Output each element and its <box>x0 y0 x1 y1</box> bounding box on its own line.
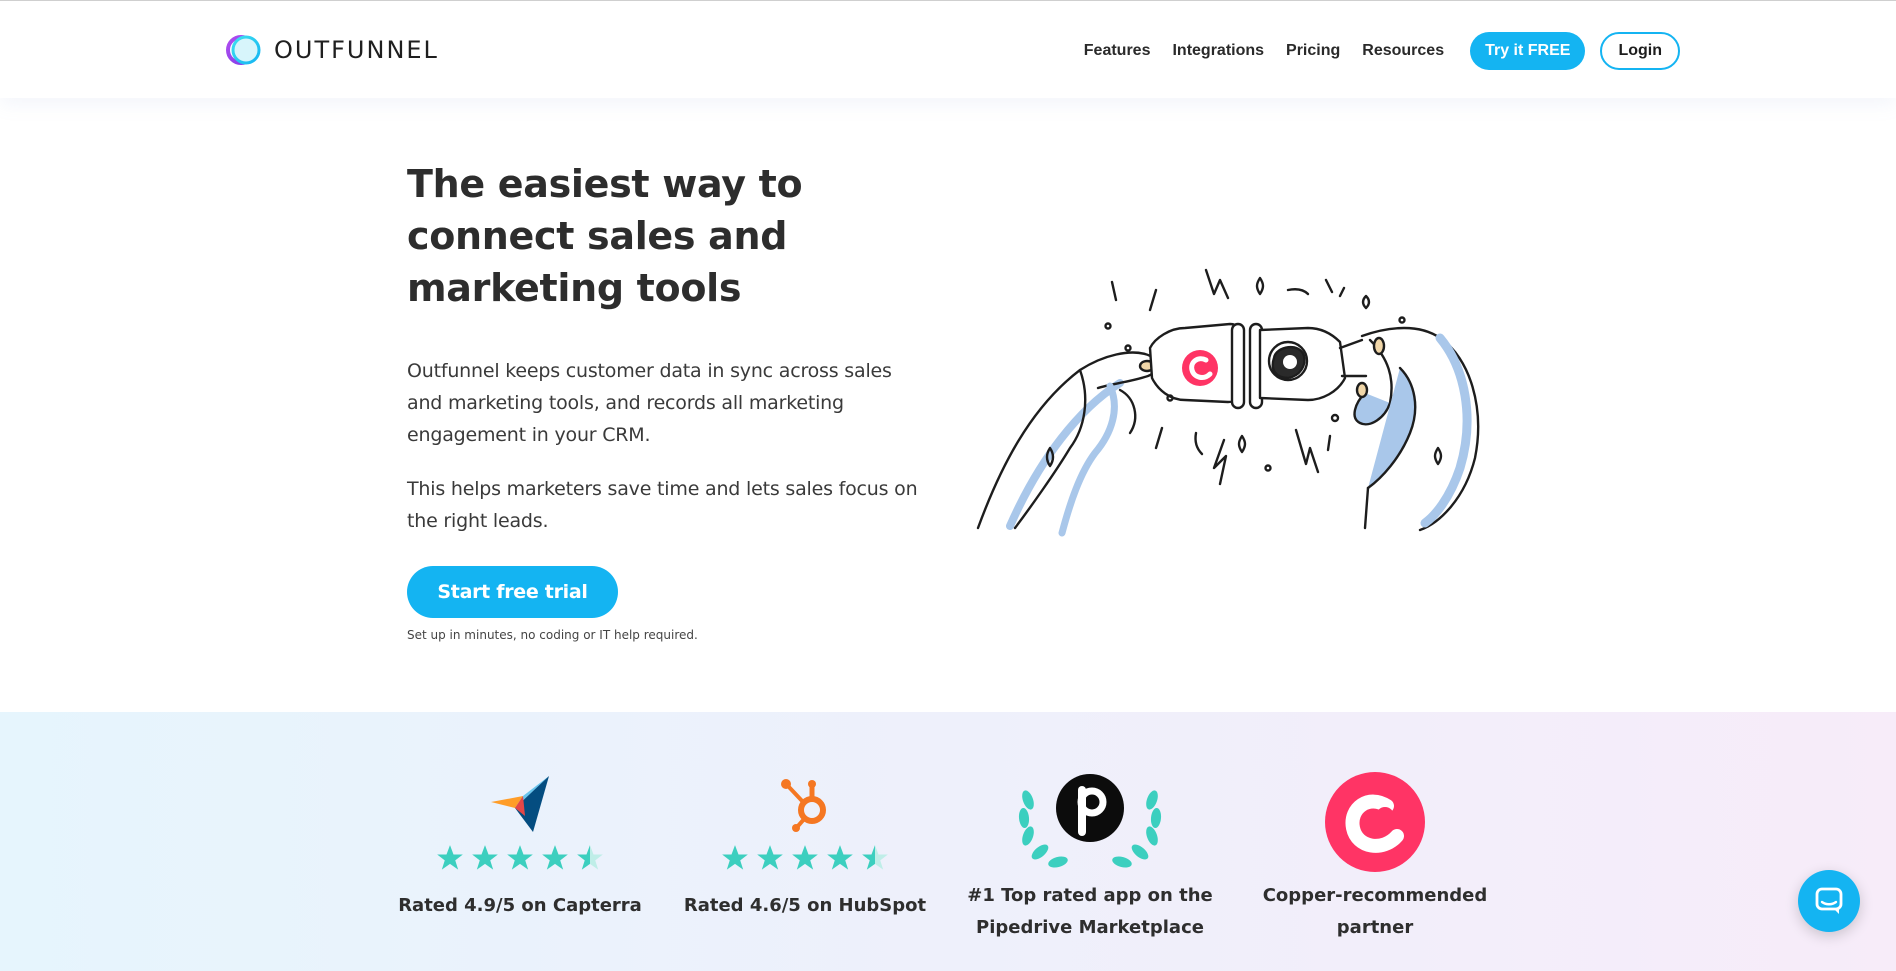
nav-features[interactable]: Features <box>1084 42 1151 60</box>
star-icon <box>437 845 463 870</box>
site-header: OUTFUNNEL Features Integrations Pricing … <box>0 0 1896 98</box>
half-star-icon <box>577 845 603 870</box>
hero-description: Outfunnel keeps customer data in sync ac… <box>407 360 892 446</box>
outfunnel-logo-icon <box>226 35 261 65</box>
setup-note: Set up in minutes, no coding or IT help … <box>407 628 698 642</box>
star-icon <box>792 845 818 870</box>
star-icon <box>757 845 783 870</box>
copper-rating[interactable]: Copper-recommended partner <box>1235 772 1515 944</box>
hero-title-line: connect sales and <box>407 214 788 258</box>
copper-label-line: partner <box>1336 917 1414 938</box>
capterra-icon <box>491 776 549 832</box>
hubspot-icon <box>781 779 826 832</box>
star-icon <box>827 845 853 870</box>
capterra-rating[interactable]: Rated 4.9/5 on Capterra <box>380 772 660 922</box>
hero-title-line: The easiest way to <box>407 162 803 206</box>
nav-integrations[interactable]: Integrations <box>1172 42 1264 60</box>
hands-connecting-plugs-illustration <box>976 268 1480 537</box>
chat-launcher-button[interactable] <box>1798 870 1860 932</box>
capterra-rating-label: Rated 4.9/5 on Capterra <box>398 895 642 916</box>
logo-wordmark: OUTFUNNEL <box>274 36 439 64</box>
hubspot-rating[interactable]: Rated 4.6/5 on HubSpot <box>665 772 945 922</box>
star-icon <box>507 845 533 870</box>
half-star-icon <box>862 845 888 870</box>
star-rating <box>665 844 945 872</box>
star-icon <box>542 845 568 870</box>
pipedrive-rating[interactable]: #1 Top rated app on the Pipedrive Market… <box>950 772 1230 944</box>
pipedrive-rating-label: #1 Top rated app on the Pipedrive Market… <box>950 880 1230 944</box>
chat-bubble-icon <box>1815 887 1843 914</box>
nav-resources[interactable]: Resources <box>1362 42 1444 60</box>
outfunnel-logo[interactable]: OUTFUNNEL <box>226 33 439 67</box>
pipedrive-label-line: #1 Top rated app on the <box>967 885 1213 906</box>
star-icon <box>722 845 748 870</box>
copper-rating-label: Copper-recommended partner <box>1235 880 1515 944</box>
hero-benefit: This helps marketers save time and lets … <box>407 478 918 532</box>
main-nav: Features Integrations Pricing Resources … <box>1062 31 1680 71</box>
hero-title-line: marketing tools <box>407 266 742 310</box>
pipedrive-label-line: Pipedrive Marketplace <box>976 917 1204 938</box>
star-rating <box>380 844 660 872</box>
hero-title: The easiest way to connect sales and mar… <box>407 158 847 314</box>
hubspot-rating-label: Rated 4.6/5 on HubSpot <box>683 895 927 916</box>
pipedrive-laurel-icon <box>1018 774 1162 868</box>
login-button[interactable]: Login <box>1600 32 1680 70</box>
copper-label-line: Copper-recommended <box>1262 885 1488 906</box>
start-free-trial-button[interactable]: Start free trial <box>407 566 618 618</box>
ratings-band: Rated 4.9/5 on Capterra Rated 4.6/5 on H… <box>0 712 1896 971</box>
copper-icon <box>1325 772 1425 872</box>
nav-pricing[interactable]: Pricing <box>1286 42 1340 60</box>
star-icon <box>472 845 498 870</box>
try-free-button[interactable]: Try it FREE <box>1470 32 1586 70</box>
